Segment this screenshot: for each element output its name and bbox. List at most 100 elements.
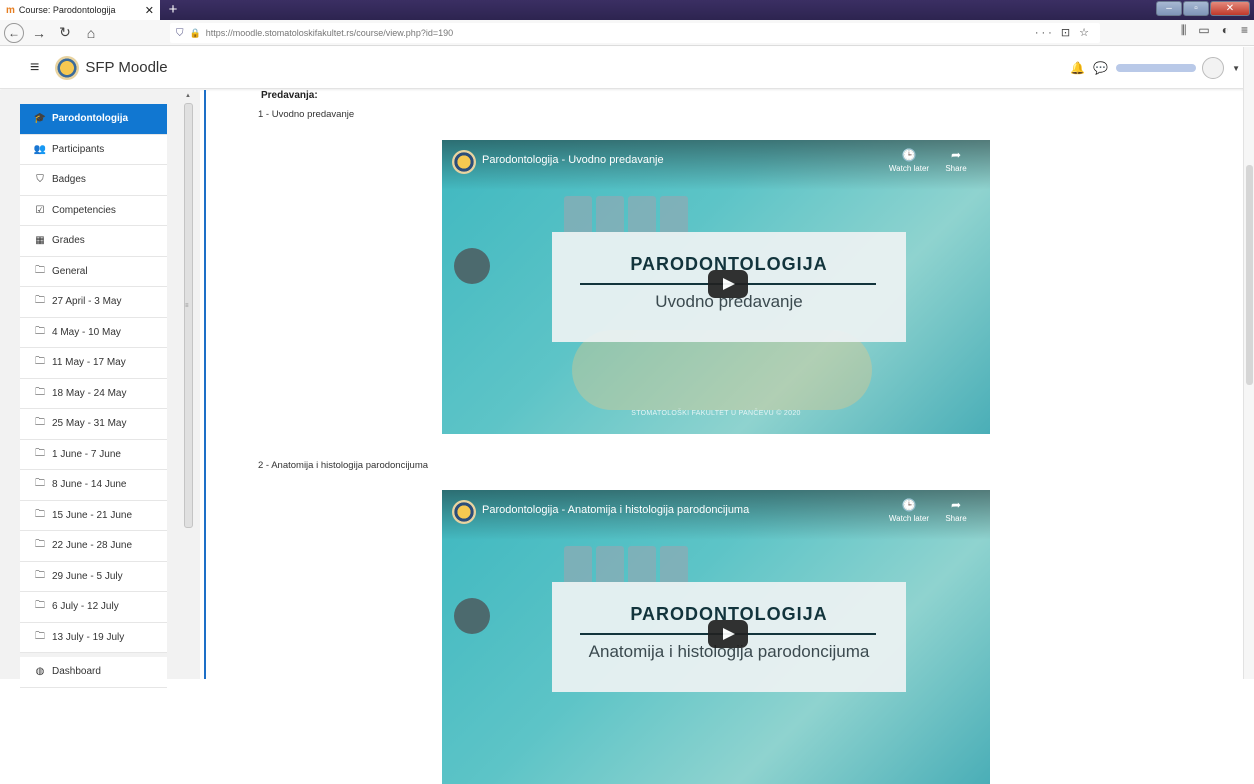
share-icon: ➦ bbox=[950, 148, 962, 162]
play-button[interactable] bbox=[708, 620, 748, 648]
share-button[interactable]: ➦ Share bbox=[936, 148, 976, 173]
site-logo[interactable] bbox=[55, 55, 80, 80]
chat-icon[interactable]: 💬 bbox=[1093, 61, 1108, 75]
toolbar-right: ⫼ ▭ ◐ ≡ bbox=[1169, 23, 1248, 38]
nav-item-18-may-24-may[interactable]: 🗀 18 May - 24 May bbox=[20, 378, 167, 409]
nav-item-label: 25 May - 31 May bbox=[52, 418, 127, 430]
nav-item-25-may-31-may[interactable]: 🗀 25 May - 31 May bbox=[20, 409, 167, 440]
nav-item-4-may-10-may[interactable]: 🗀 4 May - 10 May bbox=[20, 317, 167, 348]
page-scroll-thumb[interactable] bbox=[1246, 165, 1253, 385]
browser-titlebar: m Course: Parodontologija ✕ + – ▫ ✕ bbox=[0, 0, 1254, 20]
nav-drawer: 🎓 Parodontologija 👥 Participants ⛉ Badges ☑ Com… bbox=[0, 90, 200, 688]
user-menu: 🔔 💬 ▼ bbox=[1070, 57, 1240, 79]
home-icon[interactable]: ⌂ bbox=[80, 22, 102, 44]
watch-later-button[interactable]: 🕒 Watch later bbox=[884, 498, 934, 523]
share-button[interactable]: ➦ Share bbox=[936, 498, 976, 523]
lock-icon[interactable]: 🔒 bbox=[190, 28, 201, 39]
new-tab-button[interactable]: + bbox=[164, 0, 182, 20]
browser-tab[interactable]: m Course: Parodontologija ✕ bbox=[0, 0, 160, 20]
section-label: Predavanja: bbox=[261, 90, 318, 101]
nav-item-parodontologija[interactable]: 🎓 Parodontologija bbox=[20, 104, 167, 135]
close-window-button[interactable]: ✕ bbox=[1210, 1, 1250, 16]
nav-item-8-june-14-june[interactable]: 🗀 8 June - 14 June bbox=[20, 470, 167, 501]
nav-item-6-july-12-july[interactable]: 🗀 6 July - 12 July bbox=[20, 592, 167, 623]
watch-later-button[interactable]: 🕒 Watch later bbox=[884, 148, 934, 173]
lecture-label-2: 2 - Anatomija i histologija parodoncijum… bbox=[258, 460, 429, 471]
extension-icon[interactable]: ◐ bbox=[1222, 23, 1229, 38]
course-content: Predavanja: 1 - Uvodno predavanje PARODO… bbox=[206, 90, 1236, 784]
nav-item-11-may-17-may[interactable]: 🗀 11 May - 17 May bbox=[20, 348, 167, 379]
close-tab-icon[interactable]: ✕ bbox=[145, 4, 154, 17]
nav-item-27-april-3-may[interactable]: 🗀 27 April - 3 May bbox=[20, 287, 167, 318]
url-text[interactable]: https://moodle.stomatoloskifakultet.rs/c… bbox=[206, 28, 453, 38]
nav-item-label: 1 June - 7 June bbox=[52, 448, 121, 460]
forward-icon[interactable]: → bbox=[28, 22, 50, 44]
reload-icon[interactable]: ↻ bbox=[54, 22, 76, 44]
user-name-redacted[interactable] bbox=[1116, 64, 1197, 72]
tracking-shield-icon[interactable]: ⛉ bbox=[176, 28, 184, 39]
folder-icon: 🗀 bbox=[35, 264, 45, 276]
url-actions-icon[interactable]: ··· ⊡ ☆ bbox=[1035, 26, 1092, 39]
video-art-circle bbox=[454, 248, 490, 284]
video-title[interactable]: Parodontologija - Anatomija i histologij… bbox=[482, 504, 749, 516]
folder-icon: 🗀 bbox=[35, 539, 45, 551]
nav-item-label: 18 May - 24 May bbox=[52, 387, 127, 399]
folder-icon: 🗀 bbox=[35, 356, 45, 368]
clock-icon: 🕒 bbox=[901, 498, 917, 512]
moodle-icon: m bbox=[6, 4, 15, 16]
nav-item-grades[interactable]: ▦ Grades bbox=[20, 226, 167, 257]
minimize-button[interactable]: – bbox=[1156, 1, 1182, 16]
nav-item-label: 22 June - 28 June bbox=[52, 540, 133, 552]
maximize-button[interactable]: ▫ bbox=[1183, 1, 1209, 16]
bell-icon[interactable]: 🔔 bbox=[1070, 61, 1085, 75]
nav-item-participants[interactable]: 👥 Participants bbox=[20, 134, 167, 165]
shield-icon: ⛉ bbox=[36, 174, 44, 186]
mortarboard-icon: 🎓 bbox=[33, 113, 47, 125]
chevron-down-icon[interactable]: ▼ bbox=[1232, 64, 1240, 73]
nav-item-label: Competencies bbox=[52, 204, 116, 216]
page-scrollbar[interactable] bbox=[1243, 47, 1254, 679]
avatar[interactable] bbox=[1202, 57, 1225, 79]
channel-avatar[interactable] bbox=[452, 150, 476, 174]
video-title[interactable]: Parodontologija - Uvodno predavanje bbox=[482, 154, 664, 166]
nav-item-1-june-7-june[interactable]: 🗀 1 June - 7 June bbox=[20, 439, 167, 470]
nav-list: 🎓 Parodontologija 👥 Participants ⛉ Badges ☑ Com… bbox=[20, 104, 167, 688]
folder-icon: 🗀 bbox=[35, 569, 45, 581]
site-name[interactable]: SFP Moodle bbox=[85, 59, 167, 76]
video-player-1[interactable]: PARODONTOLOGIJA Uvodno predavanje Parodo… bbox=[442, 140, 990, 434]
clock-icon: 🕒 bbox=[901, 148, 917, 162]
nav-item-label: Dashboard bbox=[52, 666, 101, 678]
nav-item-29-june-5-july[interactable]: 🗀 29 June - 5 July bbox=[20, 561, 167, 592]
menu-icon[interactable]: ≡ bbox=[1241, 23, 1248, 38]
scroll-up-icon[interactable]: ▲ bbox=[183, 93, 193, 102]
sidebar-icon[interactable]: ▭ bbox=[1198, 23, 1209, 38]
nav-item-general[interactable]: 🗀 General bbox=[20, 256, 167, 287]
nav-item-label: Participants bbox=[52, 143, 105, 155]
play-button[interactable] bbox=[708, 270, 748, 298]
nav-item-label: 13 July - 19 July bbox=[52, 631, 125, 643]
nav-item-label: 29 June - 5 July bbox=[52, 570, 123, 582]
back-icon[interactable]: ← bbox=[4, 22, 24, 43]
hamburger-icon[interactable]: ≡ bbox=[30, 59, 39, 77]
drawer-scrollbar[interactable]: ▲ ≡ bbox=[183, 93, 193, 673]
nav-item-label: 27 April - 3 May bbox=[52, 296, 122, 308]
nav-item-label: Parodontologija bbox=[52, 113, 129, 125]
site-header: ≡ SFP Moodle 🔔 💬 ▼ bbox=[0, 47, 1254, 89]
video-player-2[interactable]: PARODONTOLOGIJA Anatomija i histologija … bbox=[442, 490, 990, 784]
nav-item-15-june-21-june[interactable]: 🗀 15 June - 21 June bbox=[20, 500, 167, 531]
window-controls: – ▫ ✕ bbox=[1155, 1, 1250, 16]
dashboard-icon: ◍ bbox=[35, 666, 45, 678]
url-bar[interactable]: ⛉ 🔒 https://moodle.stomatoloskifakultet.… bbox=[170, 23, 1100, 43]
channel-avatar[interactable] bbox=[452, 500, 476, 524]
library-icon[interactable]: ⫼ bbox=[1181, 23, 1187, 38]
nav-item-22-june-28-june[interactable]: 🗀 22 June - 28 June bbox=[20, 531, 167, 562]
scroll-thumb[interactable] bbox=[184, 103, 193, 528]
folder-icon: 🗀 bbox=[35, 630, 45, 642]
share-icon: ➦ bbox=[950, 498, 962, 512]
folder-icon: 🗀 bbox=[35, 417, 45, 429]
nav-item-badges[interactable]: ⛉ Badges bbox=[20, 165, 167, 196]
nav-item-dashboard[interactable]: ◍ Dashboard bbox=[20, 657, 167, 688]
nav-item-competencies[interactable]: ☑ Competencies bbox=[20, 195, 167, 226]
nav-item-13-july-19-july[interactable]: 🗀 13 July - 19 July bbox=[20, 622, 167, 653]
nav-item-label: Grades bbox=[52, 235, 85, 247]
